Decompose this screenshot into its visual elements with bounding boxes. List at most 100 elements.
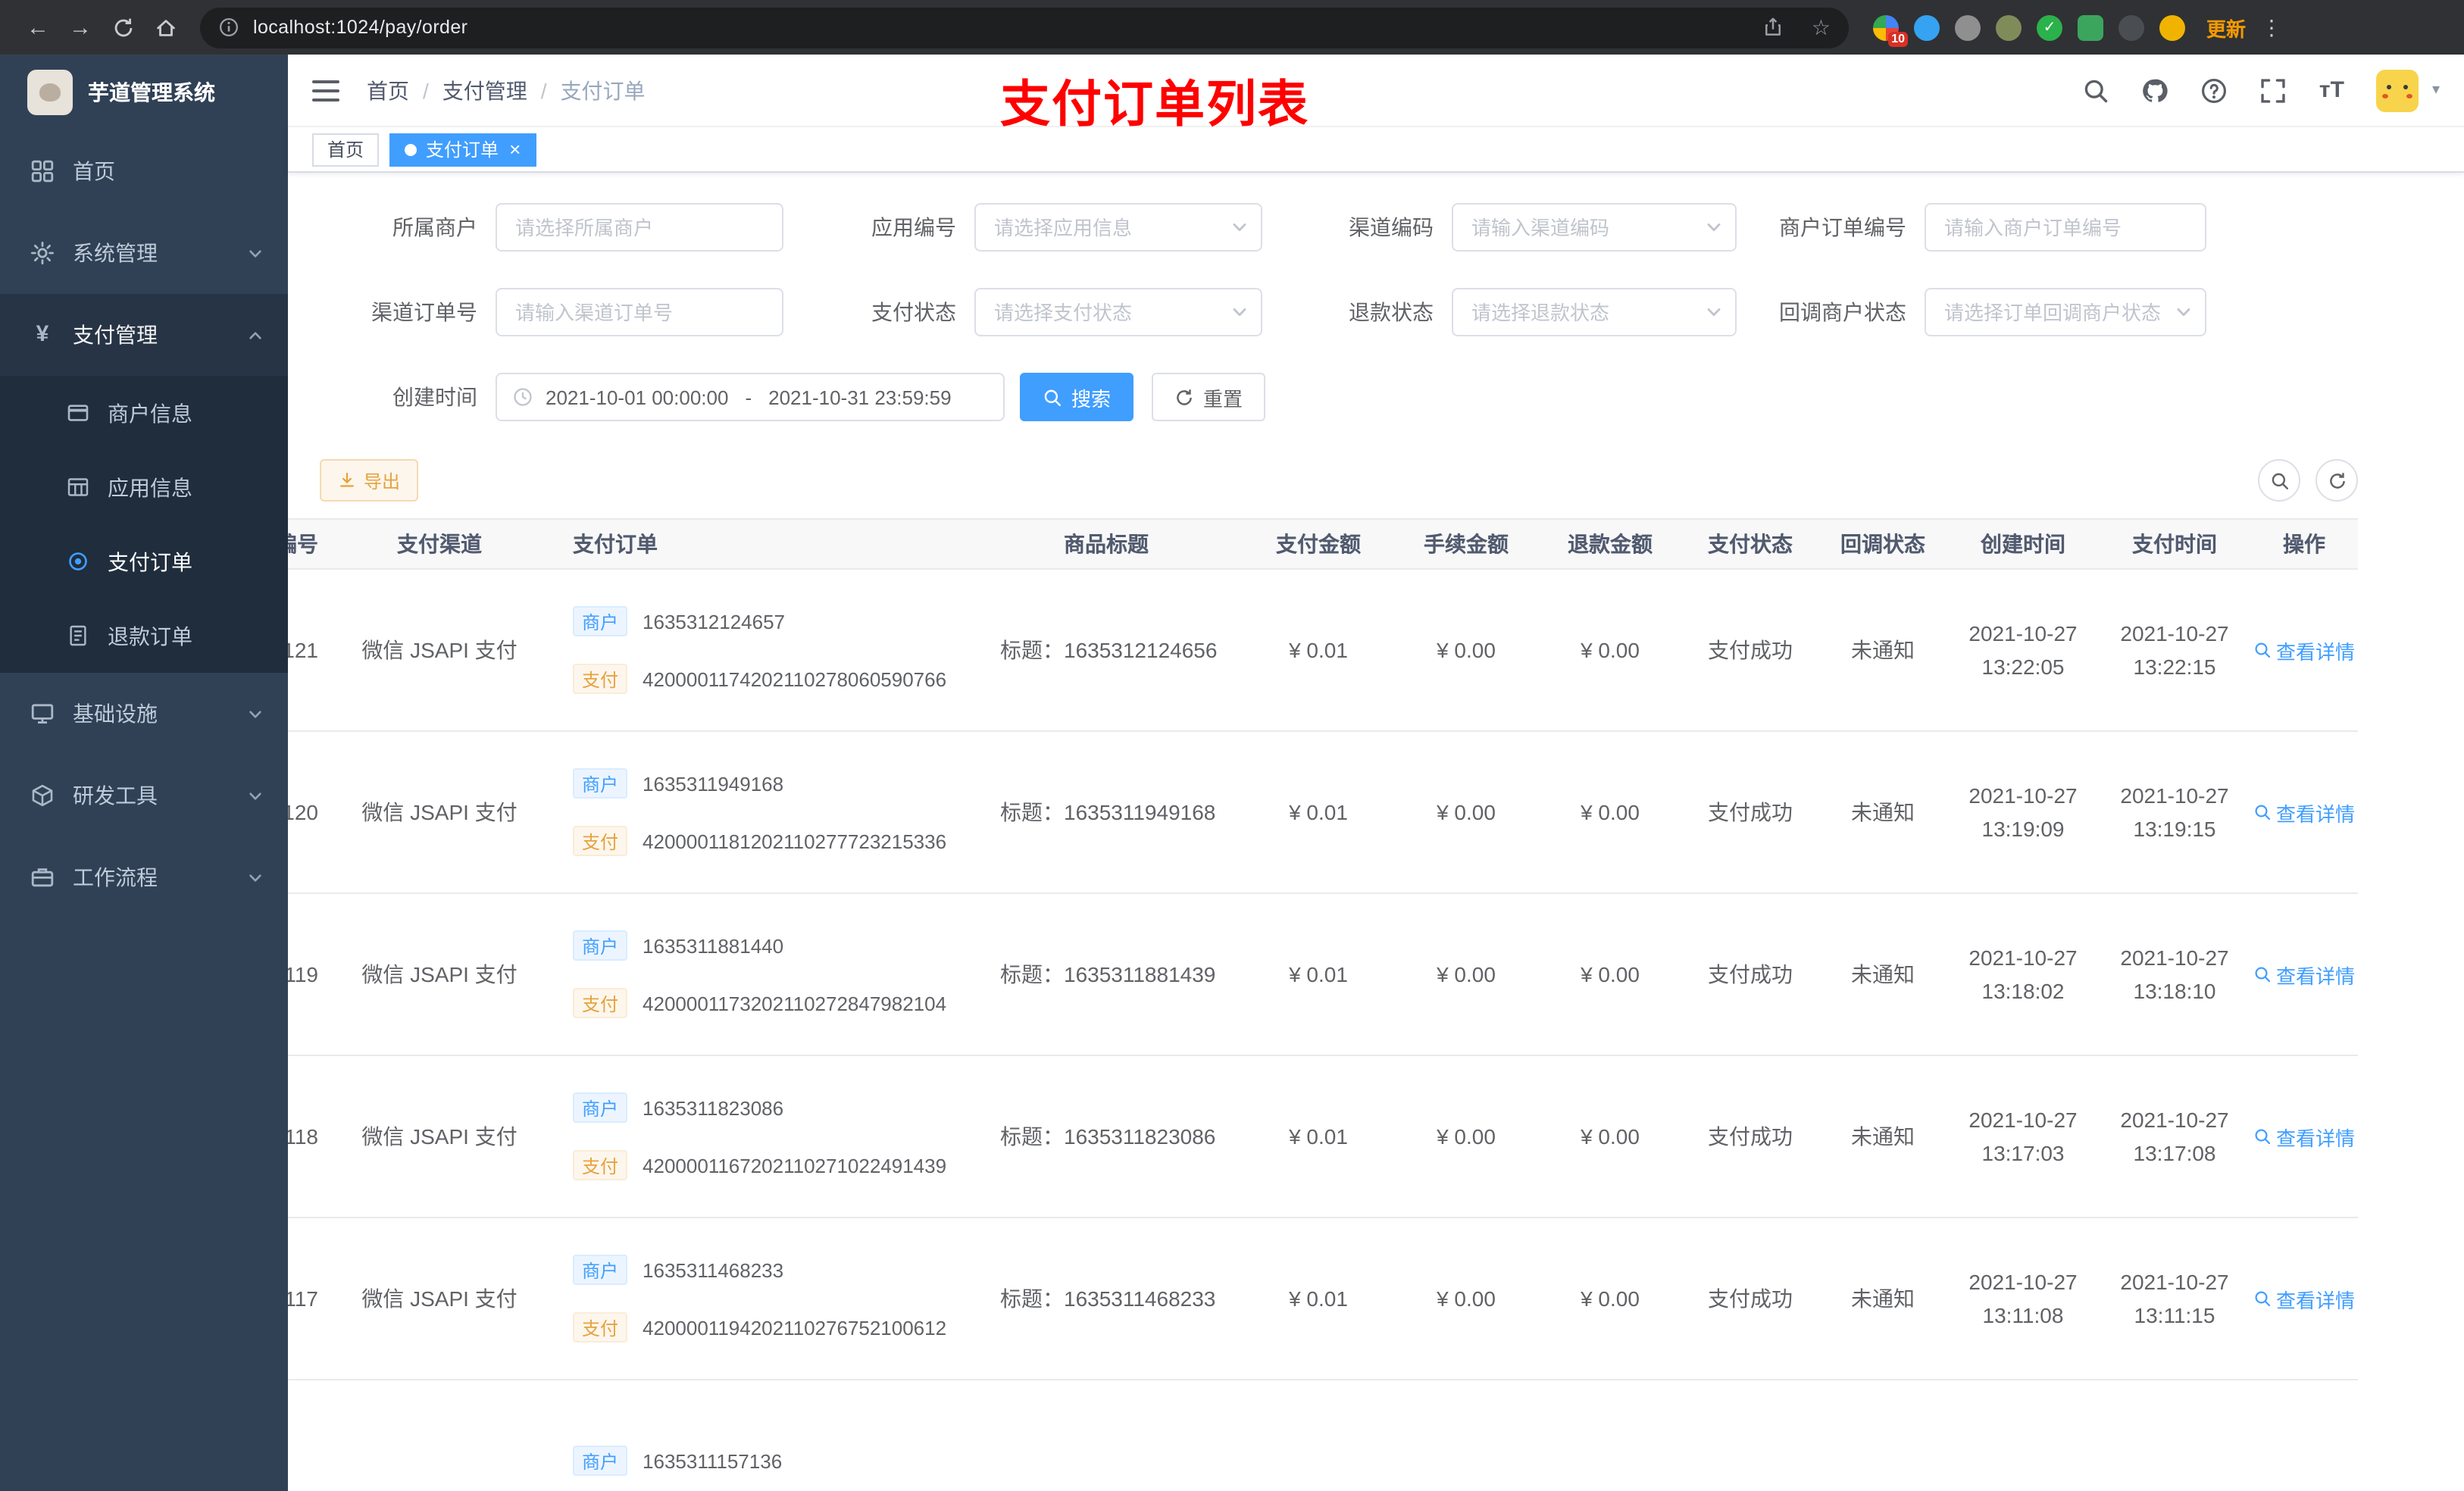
address-bar[interactable]: localhost:1024/pay/order ☆	[200, 7, 1849, 48]
sidebar-item-label: 退款订单	[108, 624, 192, 648]
hamburger-icon[interactable]	[312, 80, 339, 101]
column-header: 编号	[288, 532, 318, 556]
browser-extension-icon[interactable]	[2078, 14, 2103, 40]
pay-status-input[interactable]	[974, 288, 1262, 336]
pay-tag: 支付	[573, 826, 628, 856]
sidebar-item-pay-order[interactable]: 支付订单	[0, 524, 288, 599]
caret-down-icon[interactable]: ▾	[2432, 82, 2440, 98]
view-detail-link[interactable]: 查看详情	[2253, 1284, 2355, 1313]
toggle-search-button[interactable]	[2258, 459, 2300, 502]
tab-home[interactable]: 首页	[312, 133, 380, 166]
search-button[interactable]: 搜索	[1020, 373, 1134, 421]
pay-status-select[interactable]	[974, 288, 1262, 336]
cell-refund-amount: ¥ 0.00	[1581, 962, 1640, 986]
filter-form: 所属商户 应用编号 渠道编码	[288, 173, 2464, 421]
sidebar-item-payment[interactable]: ¥ 支付管理	[0, 294, 288, 376]
sidebar-item-label: 支付订单	[108, 549, 192, 574]
channel-code-select[interactable]	[1452, 203, 1737, 252]
view-detail-link[interactable]: 查看详情	[2253, 960, 2355, 989]
view-detail-link[interactable]: 查看详情	[2253, 636, 2355, 664]
reset-button[interactable]: 重置	[1152, 373, 1266, 421]
refund-status-select[interactable]	[1452, 288, 1737, 336]
create-time-range-picker[interactable]: 2021-10-01 00:00:00 - 2021-10-31 23:59:5…	[496, 373, 1005, 421]
merchant-order-no: 1635311823086	[643, 1096, 784, 1119]
sidebar-item-merchant-info[interactable]: 商户信息	[0, 376, 288, 450]
browser-forward-icon[interactable]: →	[61, 8, 100, 47]
merchant-tag: 商户	[573, 930, 628, 961]
browser-extension-icon[interactable]: 10	[1873, 14, 1908, 46]
font-size-icon[interactable]: тT	[2319, 77, 2344, 103]
share-icon[interactable]	[1763, 17, 1784, 38]
table-header: 编号 支付渠道 支付订单 商品标题 支付金额 手续金额 退款金额 支付状态 回调…	[288, 518, 2358, 570]
cell-id	[288, 1380, 333, 1491]
pay-line: 支付 4200001167202110271022491439	[573, 1150, 946, 1180]
browser-reload-icon[interactable]	[103, 8, 142, 47]
merchant-order-no-field[interactable]	[1925, 203, 2206, 252]
refresh-icon	[1174, 387, 1194, 407]
channel-code-input[interactable]	[1452, 203, 1737, 252]
view-detail-link[interactable]: 查看详情	[2253, 1122, 2355, 1151]
view-detail-link[interactable]: 查看详情	[2253, 798, 2355, 827]
app-logo[interactable]: 芋道管理系统	[0, 55, 288, 130]
refund-status-input[interactable]	[1452, 288, 1737, 336]
breadcrumb-item[interactable]: 首页	[367, 75, 409, 105]
site-info-icon[interactable]	[218, 17, 239, 38]
sidebar-item-dev-tools[interactable]: 研发工具	[0, 755, 288, 836]
breadcrumb-item[interactable]: 支付管理	[442, 75, 527, 105]
browser-update-button[interactable]: 更新	[2206, 13, 2246, 42]
breadcrumb: 首页 / 支付管理 / 支付订单	[367, 75, 646, 105]
github-icon[interactable]	[2142, 77, 2169, 104]
browser-back-icon[interactable]: ←	[18, 8, 58, 47]
sidebar-item-workflow[interactable]: 工作流程	[0, 836, 288, 918]
browser-toolbar: ← → localhost:1024/pay/order ☆ 10 ✓ 更新 ⋮	[0, 0, 2464, 55]
merchant-tag: 商户	[573, 768, 628, 799]
browser-extension-icon[interactable]	[2159, 14, 2185, 40]
pay-line: 支付 4200001194202110276752100612	[573, 1312, 946, 1343]
sidebar-item-system[interactable]: 系统管理	[0, 212, 288, 294]
callback-status-select[interactable]	[1925, 288, 2206, 336]
export-button[interactable]: 导出	[320, 459, 419, 502]
browser-extension-icon[interactable]: ✓	[2037, 14, 2062, 40]
callback-status-label: 回调商户状态	[1779, 300, 1906, 324]
sidebar-item-app-info[interactable]: 应用信息	[0, 450, 288, 524]
screen: ← → localhost:1024/pay/order ☆ 10 ✓ 更新 ⋮	[0, 0, 2464, 1491]
app-no-input[interactable]	[974, 203, 1262, 252]
sidebar-item-home[interactable]: 首页	[0, 130, 288, 212]
merchant-input[interactable]	[496, 203, 783, 252]
browser-extension-icon[interactable]	[2118, 14, 2144, 40]
cell-refund-amount	[1538, 1380, 1682, 1491]
close-icon[interactable]: ×	[509, 139, 521, 159]
channel-order-no-input[interactable]	[496, 288, 783, 336]
search-icon[interactable]	[2083, 77, 2110, 104]
app-no-select[interactable]	[974, 203, 1262, 252]
bookmark-star-icon[interactable]: ☆	[1812, 14, 1831, 40]
browser-extension-icon[interactable]	[1914, 14, 1940, 40]
fullscreen-icon[interactable]	[2260, 77, 2287, 104]
merchant-select[interactable]	[496, 203, 783, 252]
tab-pay-order[interactable]: 支付订单 ×	[389, 133, 536, 166]
navbar-actions: тT ▾	[2083, 69, 2440, 111]
browser-extension-icon[interactable]	[1955, 14, 1981, 40]
merchant-order-no-input[interactable]	[1925, 203, 2206, 252]
callback-status-input[interactable]	[1925, 288, 2206, 336]
browser-home-icon[interactable]	[145, 8, 185, 47]
monitor-icon	[30, 702, 55, 726]
cell-fee-amount	[1394, 1380, 1538, 1491]
url-text[interactable]: localhost:1024/pay/order	[253, 17, 1763, 38]
sidebar-item-refund-order[interactable]: 退款订单	[0, 599, 288, 673]
annotation-text: 支付订单列表	[1000, 76, 1309, 132]
cell-refund-amount: ¥ 0.00	[1581, 1124, 1640, 1149]
document-icon	[67, 624, 89, 647]
browser-extension-icon[interactable]	[1996, 14, 2022, 40]
pay-order-no: 4200001174202110278060590766	[643, 667, 947, 690]
channel-order-no-field[interactable]	[496, 288, 783, 336]
chevron-down-icon	[247, 245, 264, 261]
refresh-table-button[interactable]	[2315, 459, 2358, 502]
avatar[interactable]	[2375, 69, 2419, 111]
sidebar-item-infrastructure[interactable]: 基础设施	[0, 673, 288, 755]
browser-menu-icon[interactable]: ⋮	[2261, 14, 2282, 40]
cell-pay-time: 2021-10-27 13:18:10	[2120, 946, 2229, 1003]
merchant-order-no: 1635311157136	[643, 1449, 783, 1472]
cell-pay-status: 支付成功	[1708, 800, 1793, 824]
help-icon[interactable]	[2201, 77, 2228, 104]
